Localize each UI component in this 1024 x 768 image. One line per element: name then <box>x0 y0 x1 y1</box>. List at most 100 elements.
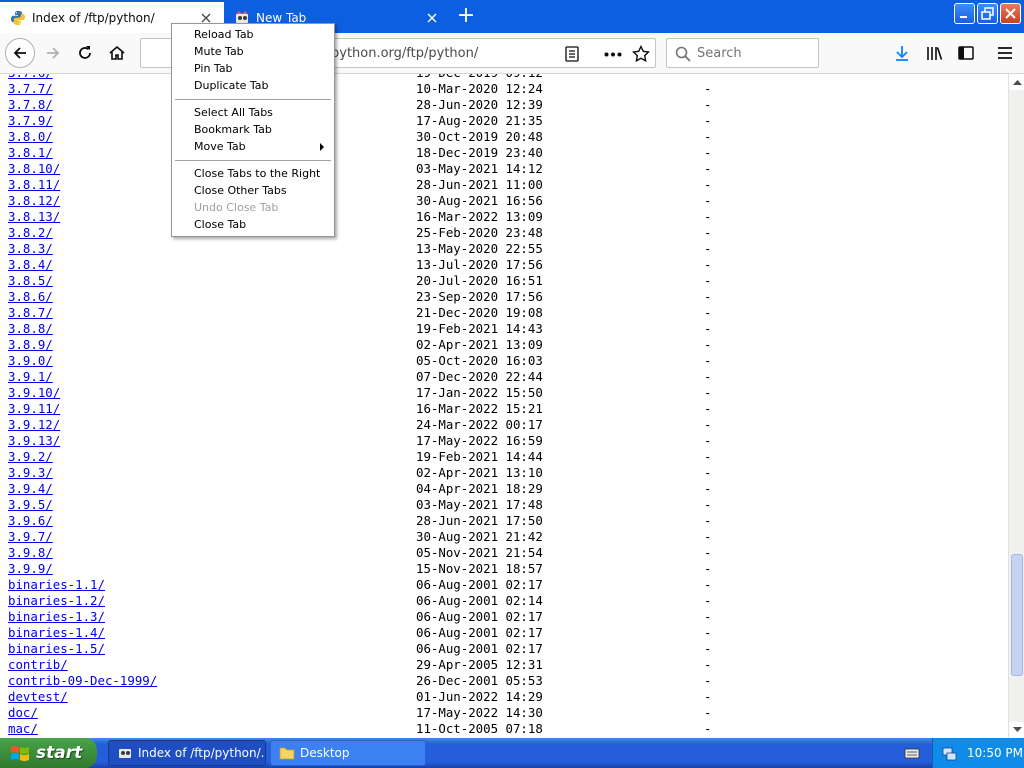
network-icon[interactable] <box>941 745 957 761</box>
scrollbar-thumb[interactable] <box>1011 554 1023 676</box>
menu-item-select-all-tabs[interactable]: Select All Tabs <box>194 104 330 121</box>
directory-link[interactable]: 3.9.10/ <box>8 385 60 401</box>
modified-date: 16-Mar-2022 15:21 <box>416 401 543 416</box>
scroll-down-button[interactable] <box>1009 722 1024 738</box>
directory-link[interactable]: 3.9.8/ <box>8 545 53 561</box>
restore-button[interactable] <box>977 3 998 24</box>
bookmark-star-icon[interactable] <box>632 45 650 63</box>
file-size: - <box>704 305 712 320</box>
modified-date: 15-Nov-2021 18:57 <box>416 561 543 576</box>
start-button[interactable]: start <box>0 738 97 768</box>
tab-bar: Index of /ftp/python/ New Tab + <box>0 0 1024 33</box>
downloads-button[interactable] <box>887 38 917 68</box>
back-button[interactable] <box>5 38 35 68</box>
directory-link[interactable]: 3.7.9/ <box>8 113 53 129</box>
directory-link[interactable]: 3.8.1/ <box>8 145 53 161</box>
file-size: - <box>704 177 712 192</box>
taskbar-item-label: Index of /ftp/python/... <box>138 746 266 760</box>
directory-link[interactable]: 3.9.1/ <box>8 369 53 385</box>
directory-link[interactable]: 3.8.9/ <box>8 337 53 353</box>
directory-link[interactable]: 3.8.7/ <box>8 305 53 321</box>
page-actions-icon[interactable] <box>604 52 622 57</box>
directory-link[interactable]: 3.9.2/ <box>8 449 53 465</box>
modified-date: 04-Apr-2021 18:29 <box>416 481 543 496</box>
vertical-scrollbar[interactable] <box>1008 74 1024 738</box>
directory-link[interactable]: contrib/ <box>8 657 68 673</box>
reader-view-icon[interactable] <box>565 46 579 62</box>
menu-item-duplicate-tab[interactable]: Duplicate Tab <box>194 77 330 94</box>
new-tab-button[interactable]: + <box>452 4 480 30</box>
directory-link[interactable]: binaries-1.2/ <box>8 593 105 609</box>
menu-item-bookmark-tab[interactable]: Bookmark Tab <box>194 121 330 138</box>
directory-link[interactable]: 3.8.8/ <box>8 321 53 337</box>
menu-item-move-tab[interactable]: Move Tab <box>194 138 330 155</box>
partial-link[interactable]: 3.7.6/ <box>8 74 53 81</box>
taskbar-item-desktop[interactable]: Desktop <box>270 740 426 766</box>
directory-link[interactable]: 3.8.3/ <box>8 241 53 257</box>
window-controls <box>954 3 1021 24</box>
modified-date: 19-Feb-2021 14:43 <box>416 321 543 336</box>
clock: 10:50 PM <box>967 746 1023 760</box>
directory-link[interactable]: 3.8.12/ <box>8 193 60 209</box>
directory-link[interactable]: devtest/ <box>8 689 68 705</box>
directory-link[interactable]: 3.8.11/ <box>8 177 60 193</box>
directory-link[interactable]: 3.9.3/ <box>8 465 53 481</box>
directory-link[interactable]: 3.9.12/ <box>8 417 60 433</box>
directory-link[interactable]: 3.9.7/ <box>8 529 53 545</box>
keyboard-icon[interactable] <box>904 746 920 760</box>
forward-button[interactable] <box>38 38 68 68</box>
menu-item-close-tabs-right[interactable]: Close Tabs to the Right <box>194 165 330 182</box>
directory-link[interactable]: 3.9.5/ <box>8 497 53 513</box>
directory-link[interactable]: 3.9.11/ <box>8 401 60 417</box>
minimize-button[interactable] <box>954 3 975 24</box>
modified-date: 06-Aug-2001 02:14 <box>416 593 543 608</box>
directory-link[interactable]: binaries-1.1/ <box>8 577 105 593</box>
directory-link[interactable]: binaries-1.4/ <box>8 625 105 641</box>
sidebar-button[interactable] <box>951 38 981 68</box>
modified-date: 05-Nov-2021 21:54 <box>416 545 543 560</box>
close-window-button[interactable] <box>1000 3 1021 24</box>
directory-link[interactable]: binaries-1.5/ <box>8 641 105 657</box>
file-size: - <box>704 353 712 368</box>
menu-item-reload-tab[interactable]: Reload Tab <box>194 26 330 43</box>
modified-date: 02-Apr-2021 13:10 <box>416 465 543 480</box>
menu-item-close-other-tabs[interactable]: Close Other Tabs <box>194 182 330 199</box>
directory-link[interactable]: 3.8.10/ <box>8 161 60 177</box>
reload-button[interactable] <box>70 38 100 68</box>
close-tab-icon[interactable] <box>424 10 440 26</box>
directory-link[interactable]: binaries-1.3/ <box>8 609 105 625</box>
browser-window-icon <box>119 749 131 758</box>
directory-link[interactable]: 3.9.4/ <box>8 481 53 497</box>
screen: Index of /ftp/python/ New Tab + python.o… <box>0 0 1024 768</box>
directory-link[interactable]: 3.8.4/ <box>8 257 53 273</box>
directory-link[interactable]: 3.7.8/ <box>8 97 53 113</box>
directory-link[interactable]: 3.9.0/ <box>8 353 53 369</box>
directory-link[interactable]: 3.8.6/ <box>8 289 53 305</box>
home-button[interactable] <box>102 38 132 68</box>
directory-link[interactable]: 3.9.13/ <box>8 433 60 449</box>
directory-link[interactable]: 3.8.2/ <box>8 225 53 241</box>
directory-link[interactable]: 3.8.13/ <box>8 209 60 225</box>
file-size: - <box>704 465 712 480</box>
file-size: - <box>704 673 712 688</box>
directory-link[interactable]: contrib-09-Dec-1999/ <box>8 673 157 689</box>
search-input[interactable]: Search <box>666 38 819 68</box>
windows-flag-icon <box>11 746 29 761</box>
modified-date: 03-May-2021 17:48 <box>416 497 543 512</box>
taskbar-item-browser[interactable]: Index of /ftp/python/... <box>108 740 266 766</box>
directory-link[interactable]: 3.8.0/ <box>8 129 53 145</box>
directory-link[interactable]: 3.7.7/ <box>8 81 53 97</box>
directory-link[interactable]: 3.9.6/ <box>8 513 53 529</box>
directory-link[interactable]: doc/ <box>8 705 38 721</box>
scroll-up-button[interactable] <box>1009 74 1024 90</box>
menu-item-close-tab[interactable]: Close Tab <box>194 216 330 233</box>
library-button[interactable] <box>919 38 949 68</box>
directory-link[interactable]: 3.8.5/ <box>8 273 53 289</box>
url-text[interactable]: python.org/ftp/python/ <box>331 46 478 61</box>
directory-link[interactable]: 3.9.9/ <box>8 561 53 577</box>
menu-button[interactable] <box>990 38 1020 68</box>
menu-item-pin-tab[interactable]: Pin Tab <box>194 60 330 77</box>
page-content: 3.7.6/19-Dec-2019 09:12 - 3.7.7/10-Mar-20… <box>0 74 1008 738</box>
menu-item-mute-tab[interactable]: Mute Tab <box>194 43 330 60</box>
directory-link[interactable]: mac/ <box>8 721 38 737</box>
